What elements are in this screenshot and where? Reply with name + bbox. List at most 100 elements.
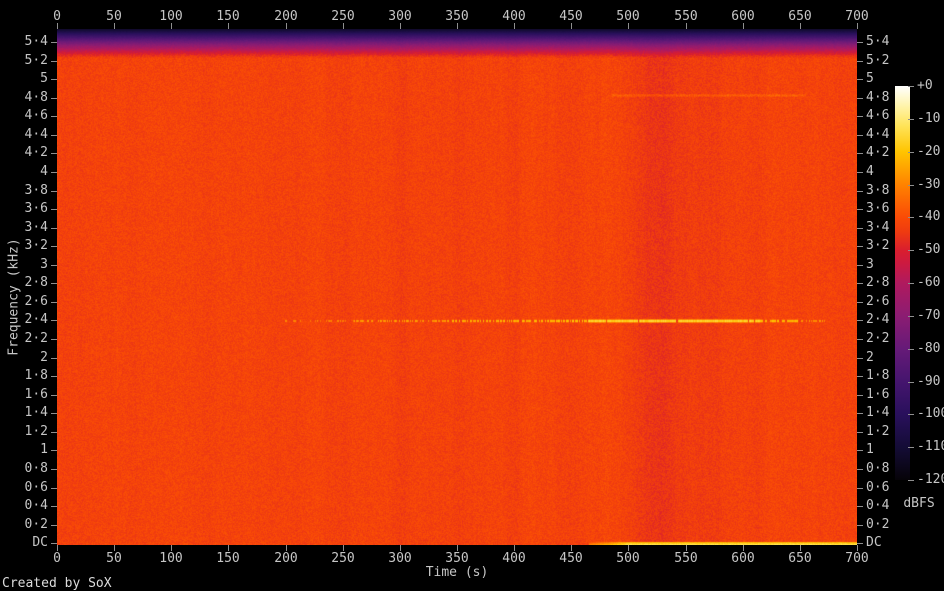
freq-tick-mark [857,376,863,377]
freq-tick-mark [51,135,57,136]
freq-tick-mark [51,525,57,526]
freq-tick-label: 4·2 [24,145,48,160]
freq-tick-label: 3·8 [24,183,48,198]
freq-tick-label: 4·6 [24,108,48,123]
freq-tick-mark [51,302,57,303]
freq-tick-label: 1 [40,442,48,457]
x-tick-label: 100 [159,9,183,24]
x-tick-label: 200 [274,9,298,24]
freq-tick-mark [857,79,863,80]
db-tick-label: -70 [917,308,941,323]
footer-credit: Created by SoX [2,576,112,591]
x-tick-label: 100 [159,551,183,566]
sox-spectrogram-window: 0 50 100 150 200 250 300 350 400 450 500 550 600 650 7… [0,0,944,591]
x-tick-label: 350 [445,551,469,566]
x-tick-label: 300 [388,9,412,24]
db-tick-mark [908,414,914,415]
x-tick-mark [571,23,572,29]
freq-tick-label: 5·2 [866,53,890,68]
x-tick-mark [57,23,58,29]
freq-tick-mark [857,191,863,192]
db-tick-label: -60 [917,275,941,290]
db-tick-label: -120 [917,472,944,487]
db-tick-mark [908,316,914,317]
db-tick-mark [908,119,914,120]
freq-tick-label: 0·6 [866,480,890,495]
colorbar-title: dBFS [903,496,935,511]
x-tick-label: 500 [616,551,640,566]
x-tick-label: 50 [106,9,122,24]
freq-tick-mark [857,320,863,321]
freq-tick-mark [51,376,57,377]
freq-tick-mark [857,246,863,247]
freq-tick-mark [857,395,863,396]
freq-tick-label: 4·8 [24,90,48,105]
db-tick-label: -30 [917,177,941,192]
freq-tick-mark [51,61,57,62]
freq-tick-mark [857,265,863,266]
freq-tick-mark [857,153,863,154]
freq-tick-label: 3·6 [24,201,48,216]
freq-tick-mark [51,488,57,489]
db-tick-label: -80 [917,341,941,356]
x-tick-mark [114,23,115,29]
freq-tick-mark [51,413,57,414]
freq-tick-mark [51,246,57,247]
db-tick-label: -50 [917,242,941,257]
x-tick-label: 0 [53,551,61,566]
freq-tick-mark [857,42,863,43]
x-tick-mark [514,23,515,29]
x-tick-mark [743,23,744,29]
db-tick-label: -100 [917,406,944,421]
x-tick-label: 650 [788,9,812,24]
freq-tick-label: 5 [40,71,48,86]
x-tick-label: 550 [674,9,698,24]
x-tick-label: 250 [331,551,355,566]
freq-tick-mark [51,42,57,43]
freq-tick-mark [857,283,863,284]
freq-tick-label: 5·4 [866,34,890,49]
freq-tick-label: 5 [866,71,874,86]
x-tick-label: 450 [559,551,583,566]
x-axis-title: Time (s) [425,565,489,580]
freq-tick-label: 1·8 [24,368,48,383]
x-tick-label: 700 [845,9,869,24]
freq-tick-mark [51,79,57,80]
freq-tick-mark [857,228,863,229]
db-tick-mark [908,250,914,251]
db-tick-mark [908,480,914,481]
freq-tick-mark [857,413,863,414]
freq-tick-mark [857,339,863,340]
db-tick-mark [908,217,914,218]
db-tick-mark [908,152,914,153]
x-tick-mark [343,23,344,29]
x-tick-mark [800,23,801,29]
x-tick-label: 350 [445,9,469,24]
x-tick-label: 400 [502,9,526,24]
freq-tick-mark [51,209,57,210]
freq-tick-mark [857,209,863,210]
freq-tick-mark [51,172,57,173]
freq-tick-label: 1·2 [24,424,48,439]
freq-tick-mark [857,61,863,62]
freq-tick-mark [857,98,863,99]
x-tick-label: 650 [788,551,812,566]
freq-tick-mark [857,135,863,136]
freq-tick-mark [857,506,863,507]
x-tick-mark [628,23,629,29]
db-tick-label: +0 [917,78,933,93]
x-tick-mark [457,23,458,29]
freq-tick-mark [857,172,863,173]
x-tick-mark [857,23,858,29]
db-tick-label: -10 [917,111,941,126]
y-axis-title: Frequency (kHz) [6,238,22,356]
freq-tick-mark [51,228,57,229]
db-tick-label: -40 [917,209,941,224]
freq-tick-label: 1·4 [24,405,48,420]
freq-tick-mark [51,191,57,192]
x-tick-mark [286,23,287,29]
x-tick-label: 600 [731,9,755,24]
freq-tick-mark [857,358,863,359]
freq-tick-mark [857,432,863,433]
x-tick-label: 150 [216,551,240,566]
